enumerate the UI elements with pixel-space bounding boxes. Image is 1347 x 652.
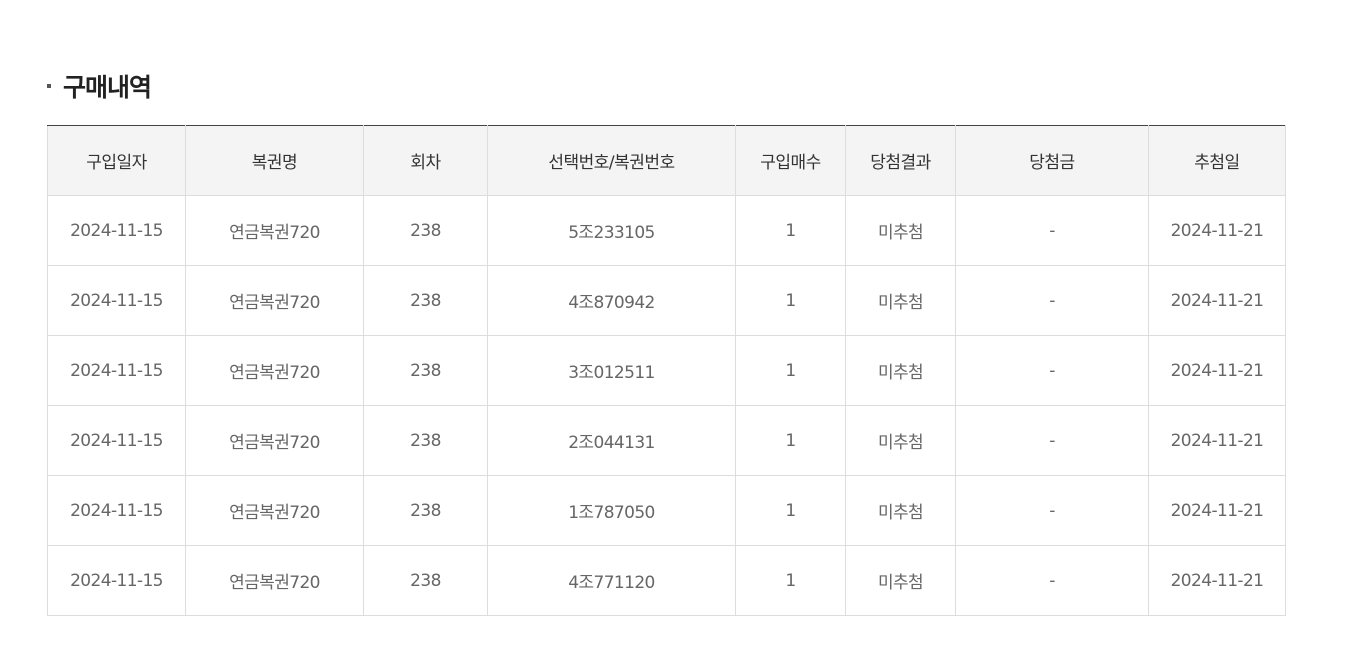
table-header-row: 구입일자 복권명 회차 선택번호/복권번호 구입매수 당첨결과 당첨금 추첨일 xyxy=(47,125,1286,196)
purchase-date-cell: 2024-11-15 xyxy=(47,195,186,266)
result-cell: 미추첨 xyxy=(845,475,956,546)
selected-number-cell: 4조771120 xyxy=(487,545,736,616)
result-cell: 미추첨 xyxy=(845,265,956,336)
prize-cell: - xyxy=(955,545,1149,616)
round-cell: 238 xyxy=(363,475,488,546)
selected-number-cell: 5조233105 xyxy=(487,195,736,266)
column-header-prize: 당첨금 xyxy=(955,125,1149,196)
quantity-cell: 1 xyxy=(735,405,846,476)
prize-cell: - xyxy=(955,405,1149,476)
purchase-date-cell: 2024-11-15 xyxy=(47,335,186,406)
result-cell: 미추첨 xyxy=(845,195,956,266)
draw-date-cell: 2024-11-21 xyxy=(1148,405,1286,476)
draw-date-cell: 2024-11-21 xyxy=(1148,335,1286,406)
round-cell: 238 xyxy=(363,545,488,616)
purchase-date-cell: 2024-11-15 xyxy=(47,545,186,616)
quantity-cell: 1 xyxy=(735,335,846,406)
lottery-name-cell: 연금복권720 xyxy=(185,475,364,546)
table-row: 2024-11-15 연금복권720 238 4조870942 1 미추첨 - … xyxy=(47,265,1286,336)
lottery-name-cell: 연금복권720 xyxy=(185,335,364,406)
column-header-result: 당첨결과 xyxy=(845,125,956,196)
result-cell: 미추첨 xyxy=(845,405,956,476)
draw-date-cell: 2024-11-21 xyxy=(1148,475,1286,546)
lottery-name-cell: 연금복권720 xyxy=(185,265,364,336)
page-title: 구매내역 xyxy=(63,73,152,102)
quantity-cell: 1 xyxy=(735,475,846,546)
round-cell: 238 xyxy=(363,405,488,476)
round-cell: 238 xyxy=(363,335,488,406)
selected-number-cell: 1조787050 xyxy=(487,475,736,546)
prize-cell: - xyxy=(955,475,1149,546)
table-row: 2024-11-15 연금복권720 238 2조044131 1 미추첨 - … xyxy=(47,405,1286,476)
table-row: 2024-11-15 연금복권720 238 5조233105 1 미추첨 - … xyxy=(47,195,1286,266)
draw-date-cell: 2024-11-21 xyxy=(1148,195,1286,266)
purchase-date-cell: 2024-11-15 xyxy=(47,405,186,476)
lottery-name-cell: 연금복권720 xyxy=(185,195,364,266)
round-cell: 238 xyxy=(363,265,488,336)
table-row: 2024-11-15 연금복권720 238 3조012511 1 미추첨 - … xyxy=(47,335,1286,406)
table-row: 2024-11-15 연금복권720 238 1조787050 1 미추첨 - … xyxy=(47,475,1286,546)
column-header-purchase-date: 구입일자 xyxy=(47,125,186,196)
selected-number-cell: 2조044131 xyxy=(487,405,736,476)
prize-cell: - xyxy=(955,265,1149,336)
column-header-selected-number: 선택번호/복권번호 xyxy=(487,125,736,196)
draw-date-cell: 2024-11-21 xyxy=(1148,545,1286,616)
column-header-quantity: 구입매수 xyxy=(735,125,846,196)
quantity-cell: 1 xyxy=(735,265,846,336)
column-header-lottery-name: 복권명 xyxy=(185,125,364,196)
lottery-name-cell: 연금복권720 xyxy=(185,545,364,616)
quantity-cell: 1 xyxy=(735,195,846,266)
column-header-round: 회차 xyxy=(363,125,488,196)
result-cell: 미추첨 xyxy=(845,335,956,406)
result-cell: 미추첨 xyxy=(845,545,956,616)
lottery-name-cell: 연금복권720 xyxy=(185,405,364,476)
purchase-history-table: 구입일자 복권명 회차 선택번호/복권번호 구입매수 당첨결과 당첨금 추첨일 … xyxy=(47,125,1286,616)
prize-cell: - xyxy=(955,195,1149,266)
purchase-date-cell: 2024-11-15 xyxy=(47,265,186,336)
section-title: 구매내역 xyxy=(47,66,152,106)
selected-number-cell: 3조012511 xyxy=(487,335,736,406)
column-header-draw-date: 추첨일 xyxy=(1148,125,1286,196)
selected-number-cell: 4조870942 xyxy=(487,265,736,336)
draw-date-cell: 2024-11-21 xyxy=(1148,265,1286,336)
prize-cell: - xyxy=(955,335,1149,406)
table-row: 2024-11-15 연금복권720 238 4조771120 1 미추첨 - … xyxy=(47,545,1286,616)
quantity-cell: 1 xyxy=(735,545,846,616)
title-bullet-icon xyxy=(47,84,51,88)
purchase-date-cell: 2024-11-15 xyxy=(47,475,186,546)
round-cell: 238 xyxy=(363,195,488,266)
